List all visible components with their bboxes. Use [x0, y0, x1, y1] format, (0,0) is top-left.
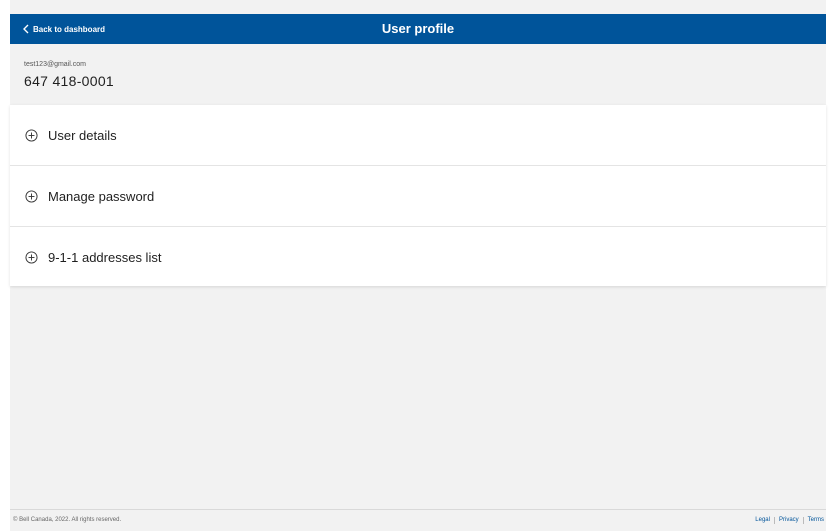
copyright-text: © Bell Canada, 2022. All rights reserved… — [13, 517, 122, 523]
section-user-details[interactable]: User details — [10, 105, 826, 166]
section-911-addresses[interactable]: 9-1-1 addresses list — [10, 227, 826, 287]
plus-circle-icon — [25, 189, 38, 203]
account-phone: 647 418-0001 — [24, 73, 115, 89]
section-manage-password[interactable]: Manage password — [10, 166, 826, 227]
page-title: User profile — [381, 21, 455, 36]
footer-separator — [802, 517, 804, 524]
footer-links: Legal Privacy Terms — [755, 517, 824, 524]
plus-circle-icon — [25, 128, 38, 142]
footer-link-terms[interactable]: Terms — [808, 517, 824, 524]
section-label: Manage password — [48, 188, 155, 204]
footer-link-privacy[interactable]: Privacy — [779, 517, 799, 524]
section-label: User details — [48, 127, 117, 143]
footer-link-legal[interactable]: Legal — [755, 517, 770, 524]
account-summary: test123@gmail.com 647 418-0001 — [24, 60, 114, 89]
header-bar: Back to dashboard User profile — [10, 14, 826, 44]
profile-sections-panel: User details Manage password 9-1-1 addre… — [10, 105, 826, 286]
plus-circle-icon — [25, 250, 38, 264]
footer-divider — [10, 509, 826, 510]
account-email: test123@gmail.com — [24, 61, 86, 68]
footer-separator — [773, 517, 775, 524]
section-label: 9-1-1 addresses list — [48, 249, 162, 265]
app-frame: Back to dashboard User profile test123@g… — [10, 0, 826, 531]
